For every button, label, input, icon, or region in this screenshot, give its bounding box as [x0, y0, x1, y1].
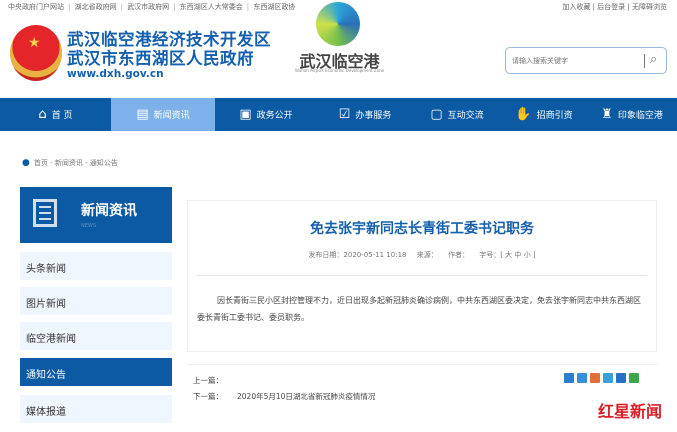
divider — [197, 275, 647, 276]
prev-label: 上一篇： — [193, 376, 223, 385]
nav-impression[interactable]: ♜ 印象临空港 — [587, 98, 677, 131]
utility-links[interactable]: 加入收藏 | 后台登录 | 无障碍浏览 — [562, 2, 667, 12]
sidebar-title-en: NEWS — [81, 223, 97, 229]
national-emblem-icon: ★ — [10, 25, 62, 81]
nav-label: 首 页 — [51, 111, 73, 121]
top-link[interactable]: 湖北省政府网 — [75, 3, 117, 11]
top-link[interactable]: 东西湖区政协 — [253, 3, 295, 11]
nav-label: 政务公开 — [256, 111, 293, 121]
nav-label: 新闻资讯 — [153, 111, 190, 121]
publish-date: 发布日期：2020-05-11 10:18 — [308, 251, 407, 259]
sidebar-item-notices[interactable]: 通知公告 — [20, 358, 172, 386]
airport-logo: 武汉临空港 Wuhan Airport Economic Development… — [292, 2, 387, 80]
nav-label: 印象临空港 — [617, 111, 663, 121]
sidebar-item-headlines[interactable]: 头条新闻 — [20, 252, 172, 280]
document-icon: ▣ — [239, 107, 252, 122]
breadcrumb-text[interactable]: 首页 - 新闻资讯 - 通知公告 — [34, 159, 118, 167]
chat-icon: ▢ — [430, 107, 443, 122]
search-icon[interactable]: ⌕ — [650, 52, 657, 67]
sidebar-item-airport-news[interactable]: 临空港新闻 — [20, 322, 172, 350]
share-more-icon[interactable] — [564, 373, 574, 383]
nav-interaction[interactable]: ▢ 互动交流 — [413, 98, 501, 131]
newspaper-icon — [33, 199, 57, 227]
nav-home[interactable]: ⌂ 首 页 — [0, 98, 111, 131]
top-link[interactable]: 中央政府门户网站 — [8, 3, 64, 11]
sidebar-item-photo-news[interactable]: 图片新闻 — [20, 287, 172, 315]
location-pin-icon: ● — [22, 158, 30, 168]
share-bar — [564, 373, 639, 383]
watermark: 红星新闻 — [598, 402, 663, 421]
share-tencent-icon[interactable] — [603, 373, 613, 383]
font-size-controls[interactable]: 字号：[ 大 中 小 ] — [479, 251, 535, 259]
divider — [644, 54, 645, 68]
share-renren-icon[interactable] — [616, 373, 626, 383]
site-url: www.dxh.gov.cn — [67, 68, 164, 80]
breadcrumb: ● 首页 - 新闻资讯 - 通知公告 — [22, 158, 118, 168]
top-links: 中央政府门户网站 | 湖北省政府网 | 武汉市政府网 | 东西湖区人大常委会 | 东西湖… — [8, 3, 296, 11]
sidebar-title: 新闻资讯 — [81, 203, 137, 219]
news-icon: ▤ — [136, 107, 149, 122]
sidebar-header: 新闻资讯 NEWS — [20, 187, 172, 243]
article-title: 免去张宇新同志长青街工委书记职务 — [310, 221, 534, 237]
article-body: 因长青街三民小区封控管理不力，近日出现多起新冠肺炎确诊病例，中共东西湖区委决定，… — [197, 296, 641, 322]
nav-services[interactable]: ☑ 办事服务 — [317, 98, 413, 131]
top-link[interactable]: 东西湖区人大常委会 — [180, 3, 243, 11]
prev-article[interactable]: 上一篇： — [193, 375, 237, 386]
nav-label: 招商引资 — [536, 111, 573, 121]
logo-mark-icon — [316, 2, 360, 46]
search-input[interactable] — [512, 53, 642, 69]
nav-news[interactable]: ▤ 新闻资讯 — [111, 98, 215, 131]
nav-label: 办事服务 — [355, 111, 392, 121]
nav-investment[interactable]: ✋ 招商引资 — [501, 98, 587, 131]
share-qzone-icon[interactable] — [577, 373, 587, 383]
nav-label: 互动交流 — [447, 111, 484, 121]
share-wechat-icon[interactable] — [629, 373, 639, 383]
search-box: ⌕ — [505, 47, 667, 74]
next-article[interactable]: 下一篇： 2020年5月10日湖北省新冠肺炎疫情情况 — [193, 391, 375, 402]
building-icon: ♜ — [601, 107, 613, 122]
home-icon: ⌂ — [38, 107, 47, 122]
article-meta: 发布日期：2020-05-11 10:18 来源： 作者： 字号：[ 大 中 小… — [187, 250, 657, 260]
main-nav: ⌂ 首 页 ▤ 新闻资讯 ▣ 政务公开 ☑ 办事服务 ▢ 互动交流 ✋ 招商引资 ♜ 印象临空… — [0, 98, 677, 131]
author: 作者： — [447, 251, 469, 259]
share-weibo-icon[interactable] — [590, 373, 600, 383]
nav-gov-affairs[interactable]: ▣ 政务公开 — [215, 98, 317, 131]
logo-subtext: Wuhan Airport Economic Development Zone — [294, 68, 385, 73]
top-link[interactable]: 武汉市政府网 — [127, 3, 169, 11]
site-subtitle: 武汉市东西湖区人民政府 — [67, 49, 254, 68]
monitor-icon: ☑ — [338, 107, 351, 122]
next-title[interactable]: 2020年5月10日湖北省新冠肺炎疫情情况 — [237, 392, 375, 401]
source: 来源： — [416, 251, 438, 259]
next-label: 下一篇： — [193, 392, 223, 401]
sidebar-item-media[interactable]: 媒体报道 — [20, 395, 172, 423]
handshake-icon: ✋ — [515, 107, 532, 122]
